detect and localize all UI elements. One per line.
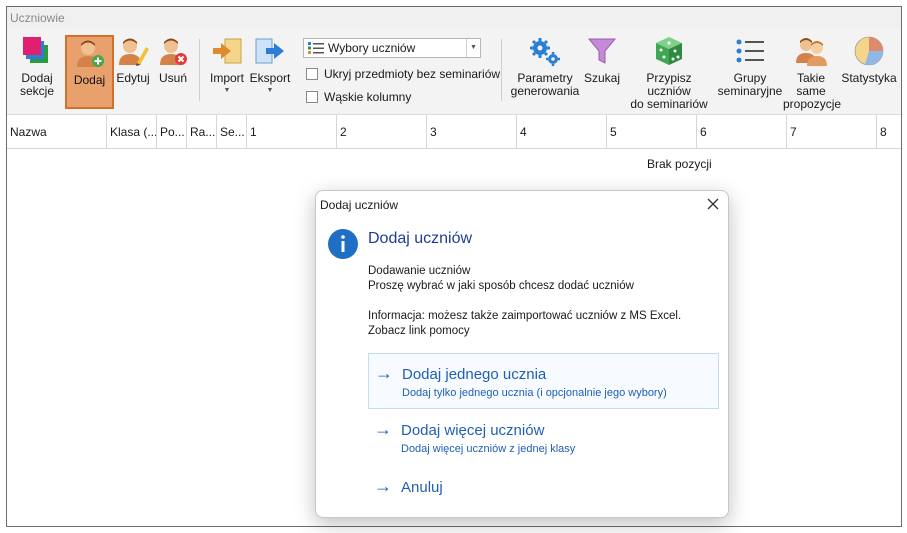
command-title: Dodaj jednego ucznia: [402, 366, 547, 383]
toolbar-separator: [501, 39, 502, 101]
filter-icon: [587, 38, 617, 64]
edit-user-icon: [119, 38, 149, 66]
dialog-line: Proszę wybrać w jaki sposób chcesz dodać…: [368, 280, 634, 292]
close-icon[interactable]: [706, 197, 720, 211]
empty-grid-text: Brak pozycji: [647, 157, 712, 171]
import-button[interactable]: Import ▼: [207, 35, 247, 109]
arrow-right-icon: →: [374, 419, 392, 439]
toolbar: Dodaj sekcje Dodaj Edytuj Usuń Import ▼ …: [7, 29, 901, 115]
export-dropdown-icon[interactable]: ▼: [249, 87, 291, 95]
arrow-right-icon: →: [374, 476, 392, 496]
import-label: Import: [209, 71, 244, 85]
column-header[interactable]: 4: [517, 115, 607, 149]
add-label: Dodaj: [73, 73, 106, 87]
hide-subjects-checkbox[interactable]: Ukryj przedmioty bez seminariów: [306, 67, 500, 81]
column-header[interactable]: Po...: [157, 115, 187, 149]
assign-button[interactable]: Przypisz uczniów do seminariów: [623, 35, 715, 111]
edit-button[interactable]: Edytuj: [115, 35, 151, 109]
grid-header: Nazwa Klasa (... Po... Ra... Se... 1 2 3…: [7, 115, 901, 149]
same-proposals-label: Takie same propozycje: [783, 71, 842, 111]
dialog-info: Informacja: możesz także zaimportować uc…: [368, 310, 682, 322]
edit-label: Edytuj: [116, 71, 150, 85]
column-header[interactable]: 5: [607, 115, 697, 149]
hide-subjects-box[interactable]: [306, 68, 318, 80]
generation-params-button[interactable]: Parametry generowania: [509, 35, 581, 109]
column-header[interactable]: 7: [787, 115, 877, 149]
dice-icon: [656, 37, 682, 65]
list-icon: [308, 42, 324, 54]
command-title: Anuluj: [401, 479, 443, 496]
column-header[interactable]: 6: [697, 115, 787, 149]
window-title: Uczniowie: [7, 7, 901, 29]
import-icon: [213, 38, 242, 64]
column-header[interactable]: Se...: [217, 115, 247, 149]
cancel-command[interactable]: → Anuluj: [368, 467, 719, 517]
column-header[interactable]: Nazwa: [7, 115, 107, 149]
two-users-icon: [796, 38, 827, 66]
add-sections-button[interactable]: Dodaj sekcje: [15, 35, 59, 109]
narrow-columns-label: Wąskie kolumny: [324, 90, 412, 104]
choices-combo[interactable]: Wybory uczniów ▼: [303, 38, 481, 58]
gears-icon: [530, 38, 560, 66]
info-icon: [328, 229, 358, 259]
stats-label: Statystyka: [841, 71, 897, 85]
stats-button[interactable]: Statystyka: [841, 35, 897, 109]
export-icon: [255, 38, 284, 64]
add-many-students-command[interactable]: → Dodaj więcej uczniów Dodaj więcej uczn…: [368, 410, 719, 466]
search-button[interactable]: Szukaj: [583, 35, 621, 109]
groups-button[interactable]: Grupy seminaryjne: [717, 35, 783, 109]
command-title: Dodaj więcej uczniów: [401, 422, 545, 439]
command-subtitle: Dodaj tylko jednego ucznia (i opcjonalni…: [402, 387, 667, 399]
add-students-dialog: Dodaj uczniów Dodaj uczniów Dodawanie uc…: [315, 190, 729, 518]
chevron-down-icon[interactable]: ▼: [466, 39, 480, 57]
dialog-heading: Dodaj uczniów: [368, 230, 473, 247]
column-header[interactable]: Ra...: [187, 115, 217, 149]
toolbar-separator: [199, 39, 200, 101]
command-subtitle: Dodaj więcej uczniów z jednej klasy: [401, 443, 576, 455]
groups-label: Grupy seminaryjne: [717, 71, 783, 98]
column-header[interactable]: 3: [427, 115, 517, 149]
hide-subjects-label: Ukryj przedmioty bez seminariów: [324, 67, 501, 81]
narrow-columns-checkbox[interactable]: Wąskie kolumny: [306, 90, 411, 104]
arrow-right-icon: →: [375, 363, 393, 383]
export-button[interactable]: Eksport ▼: [249, 35, 291, 109]
dialog-line: Dodawanie uczniów: [368, 265, 471, 277]
column-header[interactable]: Klasa (...: [107, 115, 157, 149]
pie-chart-icon: [854, 36, 884, 66]
delete-button[interactable]: Usuń: [155, 35, 191, 109]
list-icon: [736, 39, 764, 63]
delete-label: Usuń: [158, 71, 187, 85]
dialog-title: Dodaj uczniów: [320, 198, 399, 212]
sections-icon: [23, 37, 48, 63]
add-button[interactable]: Dodaj: [65, 35, 114, 109]
narrow-columns-box[interactable]: [306, 91, 318, 103]
help-link-text: Zobacz link pomocy: [368, 325, 470, 337]
column-header[interactable]: 8: [877, 115, 901, 149]
search-label: Szukaj: [583, 71, 621, 85]
column-header[interactable]: 1: [247, 115, 337, 149]
delete-user-icon: [160, 38, 187, 65]
same-proposals-button[interactable]: Takie same propozycje: [783, 35, 842, 111]
export-label: Eksport: [249, 71, 291, 85]
choices-combo-value: Wybory uczniów: [328, 41, 416, 55]
add-sections-label: Dodaj sekcje: [19, 71, 54, 98]
assign-label: Przypisz uczniów do seminariów: [630, 71, 708, 111]
import-dropdown-icon[interactable]: ▼: [207, 87, 247, 95]
column-header[interactable]: 2: [337, 115, 427, 149]
add-user-icon: [76, 40, 104, 67]
generation-params-label: Parametry generowania: [510, 71, 580, 98]
add-one-student-command[interactable]: → Dodaj jednego ucznia Dodaj tylko jedne…: [368, 353, 719, 409]
